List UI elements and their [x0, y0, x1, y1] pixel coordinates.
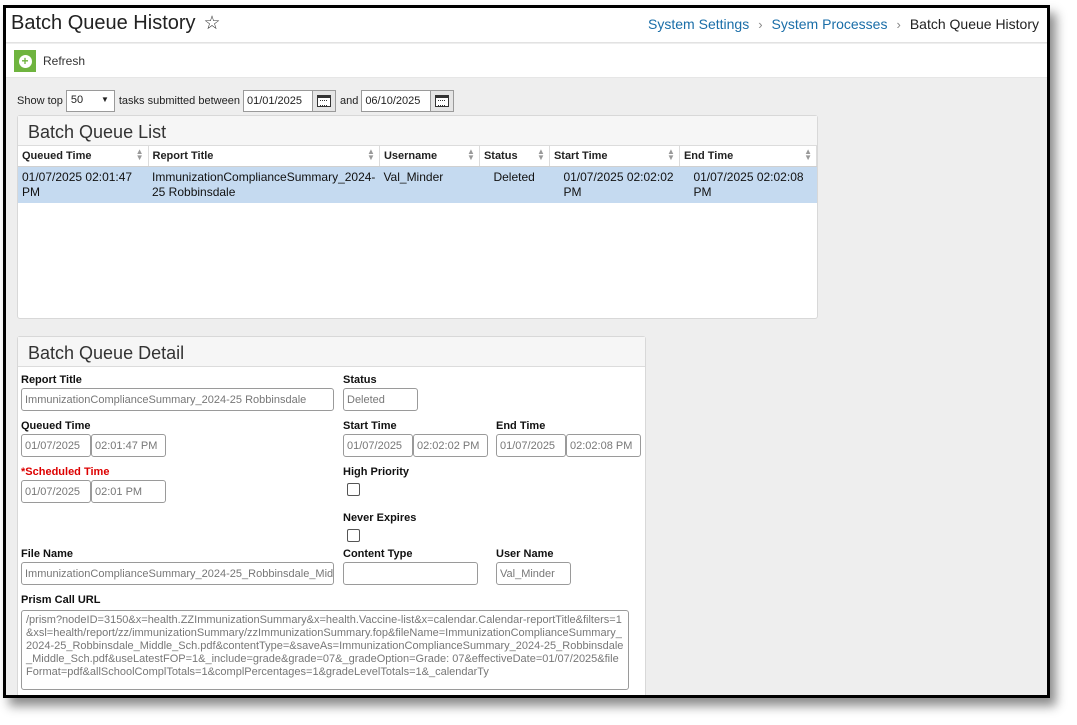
refresh-button[interactable]: + Refresh [14, 50, 85, 72]
column-header-username[interactable]: Username ▲ ▼ [379, 146, 480, 167]
high-priority-checkbox[interactable] [347, 483, 360, 496]
batch-queue-detail-title: Batch Queue Detail [18, 337, 645, 367]
start-date-field[interactable]: 01/07/2025 [343, 434, 413, 457]
cell-report-title: ImmunizationComplianceSummary_2024-25 Ro… [148, 166, 380, 203]
file-name-field[interactable]: ImmunizationComplianceSummary_2024-25_Ro… [21, 562, 334, 585]
sort-icon: ▲ ▼ [667, 147, 675, 162]
report-title-field[interactable]: ImmunizationComplianceSummary_2024-25 Ro… [21, 388, 334, 411]
column-header-queued-time[interactable]: Queued Time ▲ ▼ [18, 146, 149, 167]
chevron-right-icon: › [896, 16, 901, 32]
column-header-end-time[interactable]: End Time ▲ ▼ [679, 146, 818, 167]
table-row[interactable]: 01/07/2025 02:01:47 PM ImmunizationCompl… [18, 166, 817, 203]
app-window: Batch Queue History ☆ System Settings › … [3, 5, 1050, 698]
batch-queue-list-title: Batch Queue List [18, 116, 817, 146]
status-label: Status [343, 374, 377, 386]
high-priority-label: High Priority [343, 466, 410, 478]
action-toolbar: + Refresh [6, 44, 1047, 78]
show-top-label: Show top [17, 95, 63, 107]
batch-queue-table: Queued Time ▲ ▼ Report Title ▲ ▼ Username ▲ ▼ … [18, 146, 818, 203]
page-title-text: Batch Queue History [11, 12, 196, 34]
never-expires-checkbox[interactable] [347, 529, 360, 542]
end-date-calendar-button[interactable] [431, 90, 455, 112]
plus-icon: + [14, 50, 36, 72]
sort-icon: ▲ ▼ [537, 147, 545, 162]
end-date-picker: 06/10/2025 [361, 90, 455, 112]
sort-icon: ▲ ▼ [135, 147, 144, 162]
scheduled-date-field[interactable]: 01/07/2025 [21, 480, 91, 503]
start-date-input[interactable]: 01/01/2025 [242, 90, 313, 112]
chevron-right-icon: › [758, 16, 763, 32]
user-name-label: User Name [496, 548, 554, 560]
between-label: tasks submitted between [118, 95, 240, 107]
prism-url-label: Prism Call URL [21, 594, 101, 606]
top-count-value: 50 [70, 94, 84, 106]
never-expires-label: Never Expires [343, 512, 417, 524]
breadcrumb-system-settings[interactable]: System Settings [648, 16, 749, 32]
end-time-label: End Time [496, 420, 546, 432]
and-label: and [339, 95, 359, 107]
column-header-status[interactable]: Status ▲ ▼ [479, 146, 550, 167]
sort-icon: ▲ ▼ [804, 147, 812, 162]
cell-status: Deleted [479, 166, 550, 203]
page-title: Batch Queue History ☆ [11, 12, 221, 35]
star-icon[interactable]: ☆ [204, 14, 221, 33]
sort-icon: ▲ ▼ [367, 147, 375, 162]
user-name-field[interactable]: Val_Minder [496, 562, 571, 585]
start-time-label: Start Time [343, 420, 397, 432]
top-count-select[interactable]: 50 ▼ [65, 90, 115, 112]
start-date-picker: 01/01/2025 [242, 90, 336, 112]
breadcrumb-current: Batch Queue History [909, 16, 1039, 32]
column-header-report-title[interactable]: Report Title ▲ ▼ [148, 146, 380, 167]
batch-queue-list-panel: Batch Queue List Queued Time ▲ ▼ Report Ti… [17, 115, 818, 319]
page-header: Batch Queue History ☆ System Settings › … [6, 8, 1047, 43]
report-title-label: Report Title [21, 374, 82, 386]
status-field[interactable]: Deleted [343, 388, 418, 411]
start-date-calendar-button[interactable] [312, 90, 336, 112]
queued-time-label: Queued Time [21, 420, 91, 432]
prism-url-textarea[interactable]: /prism?nodeID=3150&x=health.ZZImmunizati… [21, 610, 629, 690]
batch-queue-detail-panel: Batch Queue Detail Report Title Immuniza… [17, 336, 646, 695]
cell-end-time: 01/07/2025 02:02:08 PM [679, 166, 817, 203]
sort-icon: ▲ ▼ [467, 147, 475, 162]
calendar-icon [316, 95, 331, 107]
breadcrumb-system-processes[interactable]: System Processes [772, 16, 888, 32]
content-type-label: Content Type [343, 548, 413, 560]
end-time-field[interactable]: 02:02:08 PM [566, 434, 641, 457]
filter-row: Show top 50 ▼ tasks submitted between 01… [17, 90, 455, 112]
file-name-label: File Name [21, 548, 73, 560]
end-date-field[interactable]: 01/07/2025 [496, 434, 566, 457]
caret-down-icon: ▼ [100, 95, 109, 104]
refresh-label: Refresh [43, 54, 86, 68]
calendar-icon [435, 95, 450, 107]
column-header-start-time[interactable]: Start Time ▲ ▼ [549, 146, 680, 167]
end-date-input[interactable]: 06/10/2025 [361, 90, 432, 112]
cell-queued-time: 01/07/2025 02:01:47 PM [18, 166, 148, 203]
scheduled-time-field[interactable]: 02:01 PM [91, 480, 166, 503]
start-time-field[interactable]: 02:02:02 PM [413, 434, 488, 457]
content-type-field[interactable] [343, 562, 478, 585]
scheduled-time-label: *Scheduled Time [21, 466, 110, 478]
cell-start-time: 01/07/2025 02:02:02 PM [549, 166, 680, 203]
cell-username: Val_Minder [379, 166, 480, 203]
queued-time-field[interactable]: 02:01:47 PM [91, 434, 166, 457]
breadcrumb: System Settings › System Processes › Bat… [648, 16, 1039, 32]
queued-date-field[interactable]: 01/07/2025 [21, 434, 91, 457]
